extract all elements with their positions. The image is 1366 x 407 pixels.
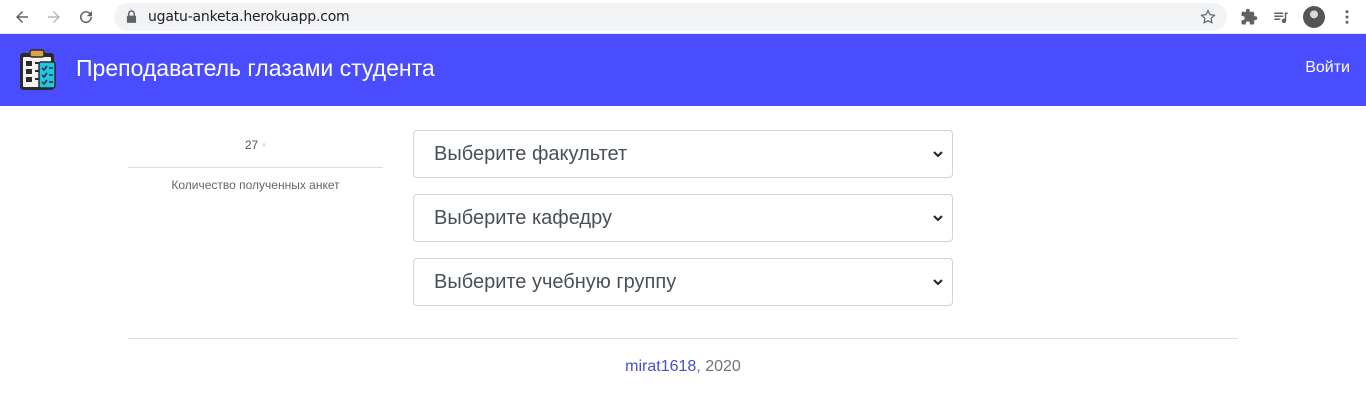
forward-button[interactable] bbox=[38, 1, 70, 33]
department-select[interactable]: Выберите кафедру bbox=[413, 194, 953, 242]
chevron-down-icon bbox=[933, 151, 943, 158]
stats-divider bbox=[128, 167, 383, 168]
arrow-left-icon bbox=[16, 10, 28, 23]
department-select-value: Выберите кафедру bbox=[434, 206, 612, 229]
browser-toolbar: ugatu-anketa.herokuapp.com bbox=[0, 0, 1366, 34]
menu-button[interactable] bbox=[1331, 1, 1363, 33]
brand-title[interactable]: Преподаватель глазами студента bbox=[76, 55, 435, 82]
footer-year: , 2020 bbox=[696, 358, 741, 375]
profile-avatar[interactable] bbox=[1303, 5, 1325, 28]
app-navbar: Преподаватель глазами студента Войти bbox=[0, 34, 1366, 106]
faculty-select[interactable]: Выберите факультет bbox=[413, 130, 953, 178]
group-select[interactable]: Выберите учебную группу bbox=[413, 258, 953, 306]
lock-icon bbox=[126, 10, 138, 24]
puzzle-icon bbox=[1241, 8, 1258, 24]
arrow-right-icon bbox=[48, 10, 60, 23]
extensions-button[interactable] bbox=[1233, 1, 1265, 33]
response-count: 27 bbox=[244, 138, 267, 152]
url-text: ugatu-anketa.herokuapp.com bbox=[148, 8, 350, 25]
kebab-menu-icon bbox=[1345, 9, 1349, 24]
footer-divider bbox=[128, 338, 1238, 339]
main-content: 27 Количество полученных анкет Выберите … bbox=[0, 106, 1366, 407]
dot-icon bbox=[262, 143, 267, 147]
stats-panel: 27 Количество полученных анкет bbox=[128, 136, 383, 192]
footer: mirat1618, 2020 bbox=[0, 358, 1366, 376]
group-select-value: Выберите учебную группу bbox=[434, 270, 677, 293]
chevron-down-icon bbox=[933, 279, 943, 286]
back-button[interactable] bbox=[6, 1, 38, 33]
clipboard-logo-icon[interactable] bbox=[18, 48, 58, 92]
login-link[interactable]: Войти bbox=[1305, 59, 1350, 77]
filter-selects: Выберите факультет Выберите кафедру Выбе… bbox=[413, 130, 953, 322]
playlist-icon bbox=[1274, 12, 1288, 23]
reload-button[interactable] bbox=[70, 1, 102, 33]
response-count-value: 27 bbox=[244, 138, 259, 152]
bookmark-star-icon[interactable] bbox=[1199, 8, 1217, 26]
reload-icon bbox=[80, 10, 93, 23]
author-link[interactable]: mirat1618 bbox=[625, 358, 696, 375]
media-button[interactable] bbox=[1265, 1, 1297, 33]
response-count-caption: Количество полученных анкет bbox=[171, 178, 340, 192]
chevron-down-icon bbox=[933, 215, 943, 222]
address-bar[interactable]: ugatu-anketa.herokuapp.com bbox=[114, 2, 1227, 31]
faculty-select-value: Выберите факультет bbox=[434, 142, 628, 165]
